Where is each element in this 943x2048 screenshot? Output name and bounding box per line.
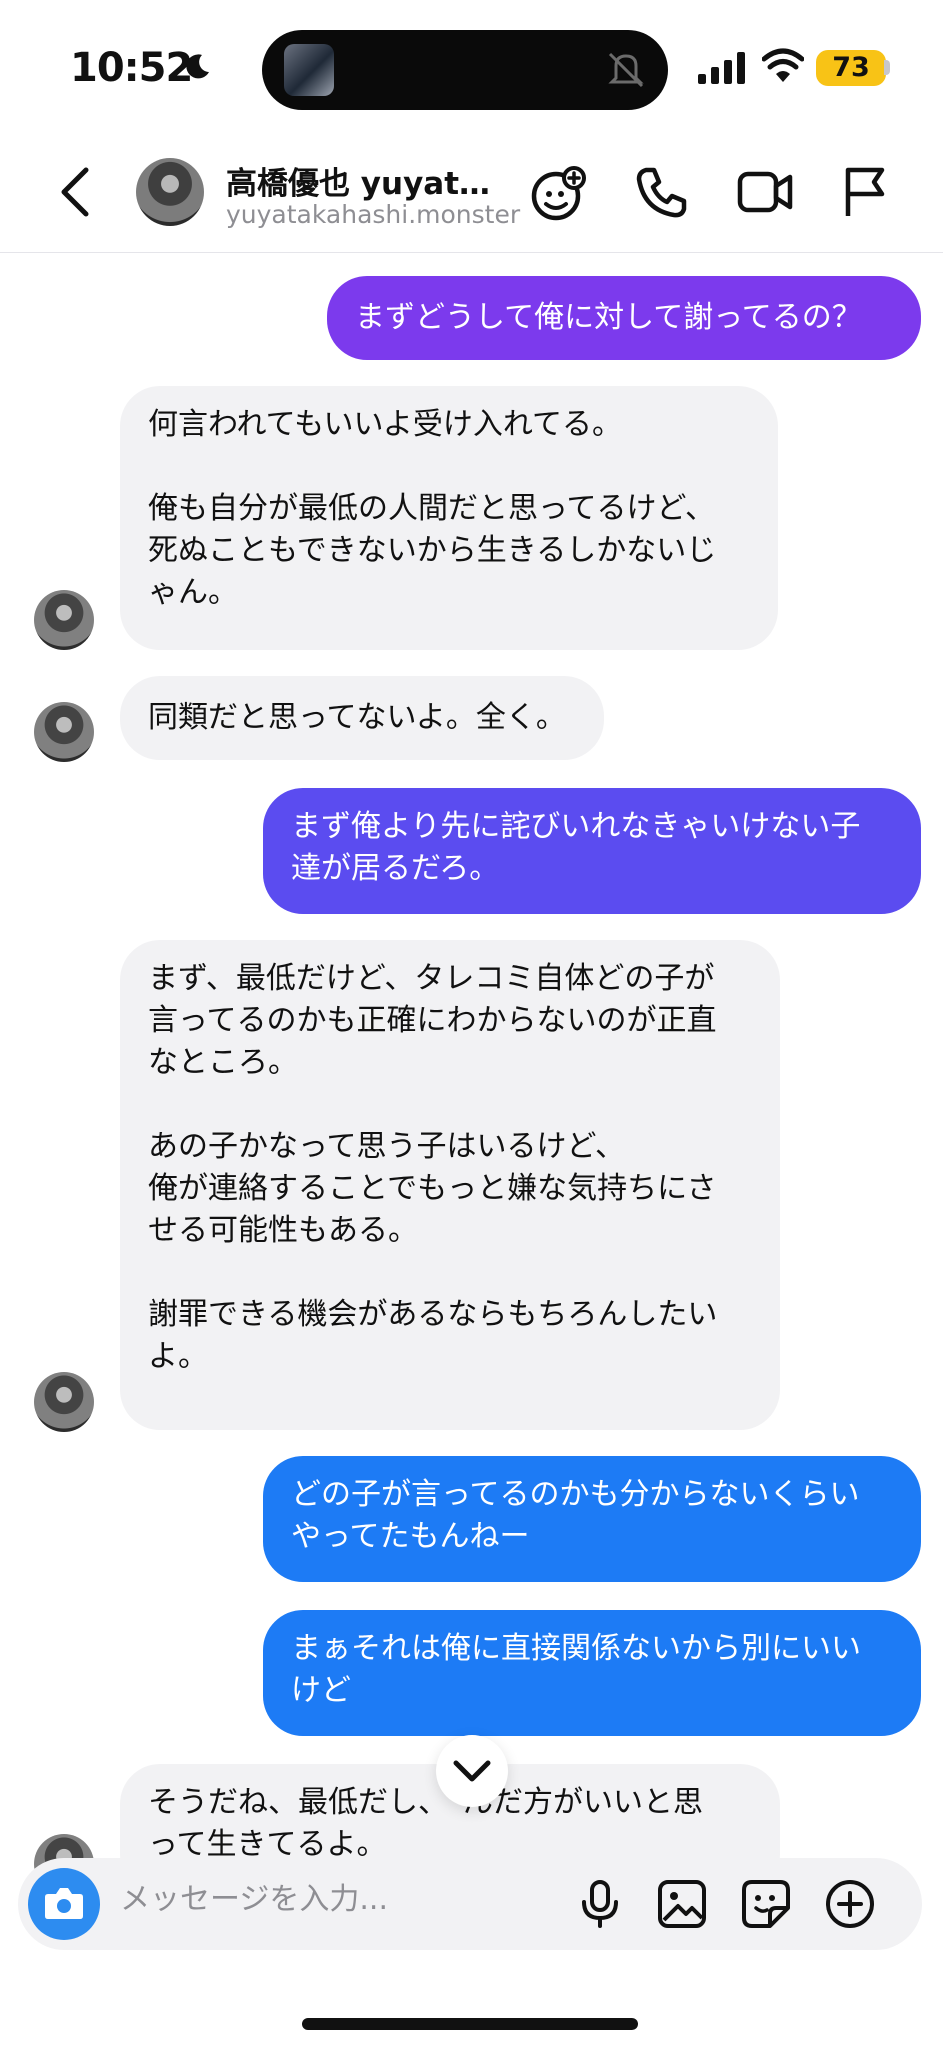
moon-icon <box>186 54 209 79</box>
chevron-left-icon[interactable] <box>56 166 96 218</box>
battery-level: 73 <box>816 50 886 86</box>
outgoing-message[interactable]: まず俺より先に詫びいれなきゃいけない子 達が居るだろ。 <box>263 788 921 914</box>
phone-icon[interactable] <box>634 164 690 220</box>
contact-avatar[interactable] <box>136 158 204 226</box>
contact-name[interactable]: 高橋優也 yuyatakahashi <box>226 158 508 203</box>
outgoing-message[interactable]: どの子が言ってるのかも分からないくらい やってたもんねー <box>263 1456 921 1582</box>
plus-circle-icon[interactable] <box>824 1878 876 1930</box>
chevron-down-icon <box>453 1760 491 1782</box>
mute-icon <box>608 52 644 88</box>
cellular-signal-icon <box>698 52 745 84</box>
camera-button[interactable] <box>28 1868 100 1940</box>
outgoing-message[interactable]: まずどうして俺に対して謝ってるの？ <box>327 276 921 360</box>
sender-avatar[interactable] <box>34 590 94 650</box>
message-composer <box>18 1858 922 1950</box>
incoming-message[interactable]: 同類だと思ってないよ。全く。 <box>120 676 604 760</box>
flag-icon[interactable] <box>840 164 890 220</box>
sender-avatar[interactable] <box>34 1372 94 1432</box>
video-icon[interactable] <box>736 164 796 220</box>
message-input[interactable] <box>120 1882 540 1917</box>
sparkle-face-icon[interactable] <box>530 164 590 224</box>
home-indicator <box>302 2018 638 2030</box>
outgoing-message[interactable]: まぁそれは俺に直接関係ないから別にいい けど <box>263 1610 921 1736</box>
battery-cap <box>884 60 890 75</box>
image-icon[interactable] <box>656 1878 708 1930</box>
microphone-icon[interactable] <box>574 1878 626 1930</box>
status-time: 10:52 <box>70 45 193 91</box>
chat-header: 高橋優也 yuyatakahashi yuyatakahashi.monster <box>0 130 943 253</box>
camera-icon <box>45 1888 83 1919</box>
sticker-icon[interactable] <box>740 1878 792 1930</box>
scroll-to-bottom-button[interactable] <box>436 1735 508 1807</box>
sender-avatar[interactable] <box>34 702 94 762</box>
incoming-message[interactable]: 何言われてもいいよ受け入れてる。 俺も自分が最低の人間だと思ってるけど、 死ぬこ… <box>120 386 778 650</box>
incoming-message[interactable]: まず、最低だけど、タレコミ自体どの子が 言ってるのかも正確にわからないのが正直 … <box>120 940 780 1430</box>
status-bar: 10:52 73 <box>0 0 943 130</box>
now-playing-artwork <box>284 44 334 96</box>
contact-handle[interactable]: yuyatakahashi.monster <box>226 200 520 229</box>
wifi-icon <box>762 48 804 82</box>
